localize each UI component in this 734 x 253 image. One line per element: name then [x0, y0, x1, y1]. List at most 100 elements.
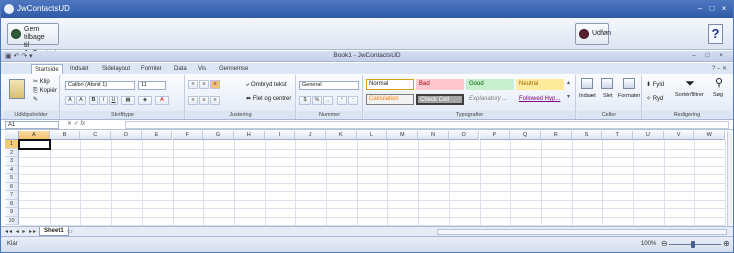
logout-button[interactable]: Udføn — [575, 23, 611, 45]
name-box[interactable]: A1 — [5, 121, 59, 129]
active-cell[interactable] — [18, 139, 51, 150]
row-header-5[interactable]: 5 — [5, 174, 19, 183]
font-size-select[interactable]: 11 — [138, 81, 166, 90]
fill-button[interactable]: ⬇ Fyld — [646, 81, 664, 89]
underline-button[interactable]: U — [109, 96, 118, 105]
column-header-t[interactable]: T — [602, 131, 633, 140]
align-middle-button[interactable]: ≡ — [199, 80, 209, 89]
ribbon-right-tools[interactable]: ? – ✕ — [712, 65, 727, 72]
delete-cells-icon[interactable] — [601, 78, 613, 89]
column-header-j[interactable]: J — [295, 131, 326, 140]
zoom-slider-knob[interactable] — [691, 241, 695, 248]
style-followed-hyperlink[interactable]: Followed Hyp... — [516, 94, 564, 105]
column-header-r[interactable]: R — [540, 131, 572, 140]
grow-font-button[interactable]: A — [65, 96, 75, 105]
bold-button[interactable]: B — [89, 96, 98, 105]
align-center-button[interactable]: ≡ — [199, 96, 209, 105]
column-header-s[interactable]: S — [571, 131, 603, 140]
style-good[interactable]: Good — [466, 79, 514, 90]
comma-button[interactable]: , — [323, 96, 333, 105]
column-header-b[interactable]: B — [49, 131, 81, 140]
style-explanatory[interactable]: Explanatory ... — [466, 94, 514, 105]
column-header-l[interactable]: L — [356, 131, 388, 140]
align-top-button[interactable]: ≡ — [188, 80, 198, 89]
column-header-d[interactable]: D — [111, 131, 142, 140]
row-header-10[interactable]: 10 — [5, 216, 19, 225]
style-check-cell[interactable]: Check Cell — [416, 94, 464, 105]
column-header-q[interactable]: Q — [510, 131, 541, 140]
column-header-n[interactable]: N — [418, 131, 449, 140]
column-header-f[interactable]: F — [172, 131, 204, 140]
styles-scroll-up-icon[interactable]: ▴ — [567, 79, 570, 87]
close-button[interactable]: × — [719, 4, 729, 14]
align-right-button[interactable]: ≡ — [210, 96, 220, 105]
paste-icon[interactable] — [9, 79, 25, 99]
align-left-button[interactable]: ≡ — [188, 96, 198, 105]
cut-button[interactable]: ✂ Klip — [33, 78, 50, 86]
font-name-select[interactable]: Calibri (Afsnit 1) — [65, 81, 135, 90]
help-button[interactable]: ? — [708, 24, 723, 44]
column-header-v[interactable]: V — [663, 131, 695, 140]
font-color-button[interactable]: A — [155, 96, 169, 105]
percent-button[interactable]: % — [312, 96, 322, 105]
tab-formler[interactable]: Formler — [138, 64, 165, 74]
copy-button[interactable]: ⎘ Kopiér — [33, 87, 57, 95]
delete-cells-label[interactable]: Slet — [603, 92, 612, 100]
decrease-decimal-button[interactable]: ⁻ — [348, 96, 358, 105]
row-header-8[interactable]: 8 — [5, 199, 19, 208]
horizontal-scrollbar[interactable] — [437, 229, 727, 235]
formula-buttons[interactable]: ✕ ✓ fx — [67, 120, 85, 127]
tab-data[interactable]: Data — [171, 64, 190, 74]
style-calculation[interactable]: Calculation — [366, 94, 414, 105]
insert-cells-icon[interactable] — [581, 78, 593, 89]
select-all-corner[interactable] — [5, 131, 19, 140]
number-format-select[interactable]: General — [299, 81, 359, 90]
binoculars-icon[interactable]: ⚲ — [713, 77, 725, 90]
format-cells-label[interactable]: Formater — [618, 92, 640, 100]
row-header-1[interactable]: 1 — [5, 140, 19, 149]
wrap-text-button[interactable]: ⤶ Ombryd tekst — [246, 81, 287, 89]
style-bad[interactable]: Bad — [416, 79, 464, 90]
fill-color-button[interactable]: ◈ — [138, 96, 152, 105]
column-header-k[interactable]: K — [326, 131, 357, 140]
column-header-g[interactable]: G — [203, 131, 234, 140]
clear-button[interactable]: ✧ Ryd — [646, 95, 663, 103]
row-header-7[interactable]: 7 — [5, 191, 19, 200]
style-normal[interactable]: Normal — [366, 79, 414, 90]
column-header-h[interactable]: H — [233, 131, 265, 140]
sheet-tab-sheet1[interactable]: Sheet1 — [39, 227, 69, 236]
formula-input[interactable] — [125, 121, 729, 129]
column-header-c[interactable]: C — [80, 131, 112, 140]
border-button[interactable]: ▦ — [121, 96, 135, 105]
italic-button[interactable]: I — [99, 96, 108, 105]
sort-filter-label[interactable]: Sortér/filtrer — [675, 91, 704, 99]
styles-more-icon[interactable]: ▾ — [567, 93, 570, 101]
minimize-button[interactable]: – — [695, 4, 705, 14]
vertical-scrollbar[interactable] — [727, 131, 732, 226]
back-to-contacts-button[interactable]: Gem tilbage til JwContacts — [7, 23, 60, 57]
new-sheet-icon[interactable]: ▭ — [67, 228, 73, 236]
style-neutral[interactable]: Neutral — [516, 79, 564, 90]
currency-button[interactable]: $ — [299, 96, 311, 105]
zoom-slider[interactable] — [669, 241, 721, 248]
insert-cells-label[interactable]: Indsæt — [579, 92, 596, 100]
column-header-u[interactable]: U — [633, 131, 664, 140]
column-header-m[interactable]: M — [387, 131, 419, 140]
column-header-o[interactable]: O — [448, 131, 480, 140]
tab-gennemse[interactable]: Gennemse — [216, 64, 251, 74]
column-header-e[interactable]: E — [141, 131, 173, 140]
row-header-3[interactable]: 3 — [5, 157, 19, 166]
merge-center-button[interactable]: ⬌ Flet og centrer — [246, 95, 291, 103]
zoom-in-button[interactable]: ⊕ — [723, 239, 730, 248]
row-header-6[interactable]: 6 — [5, 182, 19, 191]
increase-decimal-button[interactable]: ⁺ — [337, 96, 347, 105]
column-header-i[interactable]: I — [264, 131, 296, 140]
row-header-4[interactable]: 4 — [5, 165, 19, 174]
tab-sidelayout[interactable]: Sidelayout — [99, 64, 133, 74]
sheet-nav-buttons[interactable]: ◂◂ ◂ ▸ ▸▸ — [5, 228, 37, 235]
maximize-button[interactable]: □ — [707, 4, 717, 14]
row-header-2[interactable]: 2 — [5, 148, 19, 157]
format-painter-icon[interactable]: ✎ — [33, 96, 38, 104]
column-header-p[interactable]: P — [479, 131, 511, 140]
workbook-window-buttons[interactable]: – □ × — [692, 52, 727, 59]
